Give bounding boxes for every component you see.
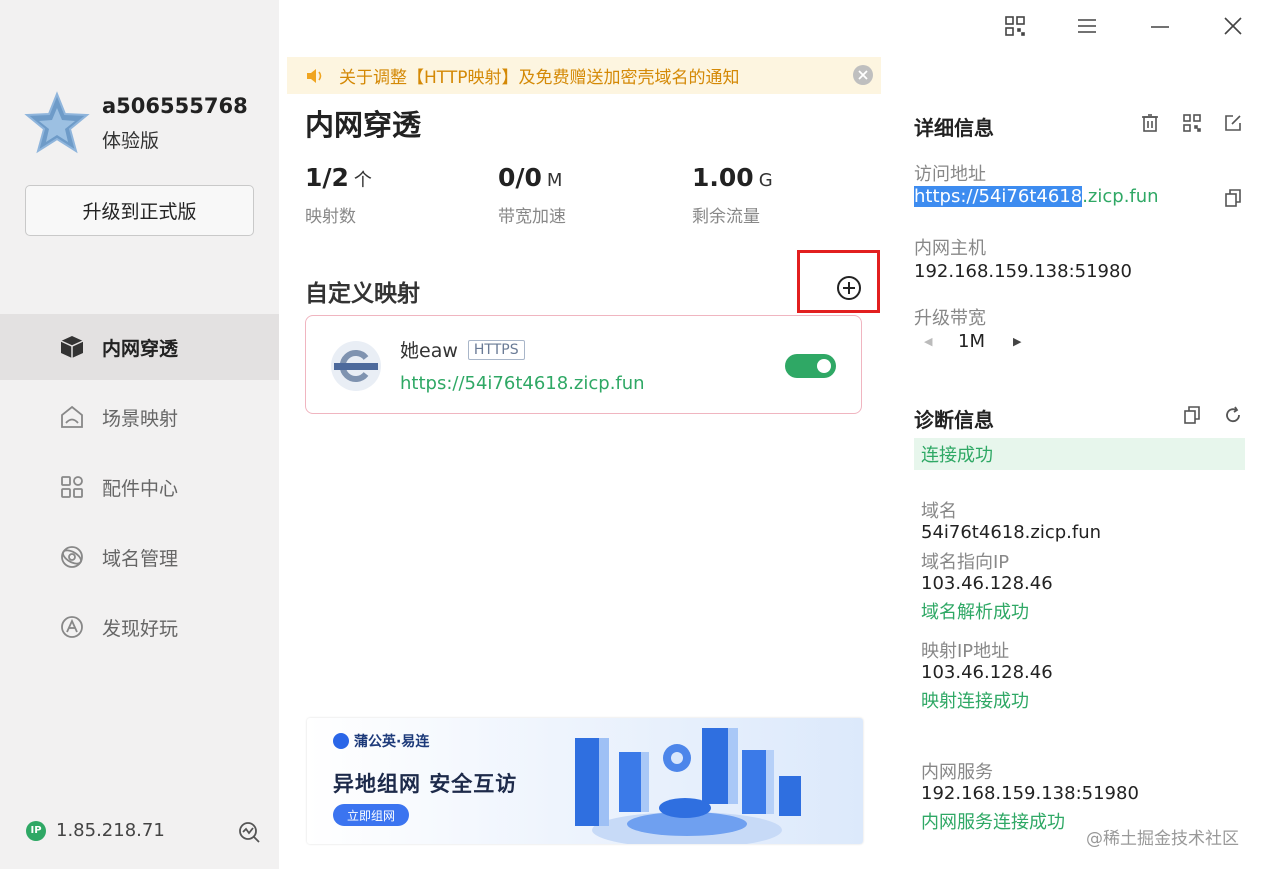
speaker-icon [305, 66, 325, 86]
stat-bandwidth: 0/0 M 带宽加速 [498, 163, 566, 227]
mapping-url[interactable]: https://54i76t4618.zicp.fun [400, 373, 645, 394]
stat-unit: 个 [353, 170, 372, 191]
sidebar-item-label: 发现好玩 [102, 617, 179, 640]
page-title: 内网穿透 [305, 108, 422, 142]
notice-text[interactable]: 关于调整【HTTP映射】及免费赠送加密壳域名的通知 [339, 63, 740, 88]
upgrade-button[interactable]: 升级到正式版 [25, 185, 254, 236]
domain-ip-value: 103.46.128.46 [921, 573, 1053, 594]
access-url-selected: https://54i76t4618 [914, 186, 1083, 207]
stat-label: 映射数 [305, 207, 356, 227]
map-ip-value: 103.46.128.46 [921, 662, 1053, 683]
menu-icon[interactable] [1073, 12, 1101, 40]
sidebar-item-intranet[interactable]: 内网穿透 [0, 314, 279, 380]
stat-mappings: 1/2 个 映射数 [305, 163, 372, 227]
ip-badge-icon: IP [26, 820, 46, 841]
mapping-toggle[interactable] [785, 354, 836, 378]
domain-value: 54i76t4618.zicp.fun [921, 522, 1102, 543]
ad-banner[interactable]: 蒲公英·易连 异地组网 安全互访 立即组网 [307, 718, 863, 844]
diagnosis-title: 诊断信息 [914, 408, 994, 432]
public-ip: 1.85.218.71 [56, 820, 165, 841]
watermark: @稀土掘金技术社区 [1086, 829, 1239, 849]
scene-icon [58, 403, 86, 431]
banner-slogan: 异地组网 安全互访 [333, 772, 518, 796]
star-avatar-icon[interactable] [24, 90, 90, 156]
stat-value: 1.00 [692, 163, 754, 192]
minimize-icon[interactable] [1146, 12, 1174, 40]
mapping-name-row: 她eaw HTTPS [400, 336, 525, 363]
bandwidth-label: 升级带宽 [914, 308, 986, 329]
stat-value: 0/0 [498, 163, 542, 192]
toggle-knob [817, 359, 831, 373]
access-url-rest: .zicp.fun [1082, 186, 1159, 207]
sidebar-nav: 内网穿透 场景映射 配件中心 域名管理 发现好玩 [0, 314, 279, 664]
grid-icon [58, 473, 86, 501]
sidebar: a506555768 体验版 升级到正式版 内网穿透 场景映射 配件中心 域名管… [0, 0, 279, 869]
stat-unit: M [546, 170, 563, 191]
host-label: 内网主机 [914, 238, 986, 259]
banner-join-button[interactable]: 立即组网 [333, 804, 409, 826]
banner-brand: 蒲公英·易连 [333, 731, 429, 751]
edit-icon[interactable] [1222, 112, 1244, 134]
domain-resolve-status: 域名解析成功 [921, 602, 1029, 623]
access-url-label: 访问地址 [914, 164, 986, 185]
cube-icon [58, 333, 86, 361]
domain-label: 域名 [921, 501, 957, 522]
sidebar-item-label: 内网穿透 [102, 337, 179, 360]
domain-ip-label: 域名指向IP [921, 552, 1010, 573]
sidebar-item-label: 域名管理 [102, 547, 179, 570]
sidebar-footer: IP 1.85.218.71 [26, 820, 261, 843]
service-label: 内网服务 [921, 762, 993, 783]
compass-icon [58, 613, 86, 641]
copy-icon[interactable] [1222, 187, 1244, 209]
banner-brand-text: 蒲公英·易连 [354, 734, 430, 750]
access-url[interactable]: https://54i76t4618.zicp.fun [914, 186, 1159, 207]
close-icon[interactable] [1219, 12, 1247, 40]
mapping-card[interactable]: 她eaw HTTPS https://54i76t4618.zicp.fun [305, 315, 862, 414]
bandwidth-increase-icon[interactable]: ▶ [1013, 335, 1021, 348]
add-mapping-icon[interactable] [836, 275, 862, 301]
stat-label: 剩余流量 [692, 207, 760, 227]
details-title: 详细信息 [914, 116, 994, 140]
stat-traffic: 1.00 G 剩余流量 [692, 163, 773, 227]
server-illustration-icon [575, 728, 801, 844]
trash-icon[interactable] [1139, 112, 1161, 134]
copy-diagnosis-icon[interactable] [1181, 404, 1203, 426]
stat-label: 带宽加速 [498, 207, 566, 227]
notice-close-icon[interactable] [853, 65, 873, 85]
map-connect-status: 映射连接成功 [921, 691, 1029, 712]
map-ip-label: 映射IP地址 [921, 641, 1010, 662]
notice-bar[interactable]: 关于调整【HTTP映射】及免费赠送加密壳域名的通知 [287, 57, 881, 94]
bandwidth-value: 1M [958, 331, 985, 352]
network-diagnose-icon[interactable] [237, 820, 261, 848]
protocol-badge: HTTPS [467, 339, 525, 360]
connection-status: 连接成功 [914, 438, 1245, 470]
plan-label: 体验版 [102, 130, 160, 152]
qrcode-icon[interactable] [1001, 12, 1029, 40]
refresh-icon[interactable] [1222, 404, 1244, 426]
mapping-name: 她eaw [400, 340, 458, 362]
sidebar-item-accessories[interactable]: 配件中心 [0, 454, 279, 520]
username: a506555768 [102, 94, 248, 118]
stat-unit: G [758, 170, 773, 191]
section-title: 自定义映射 [305, 281, 420, 307]
sidebar-item-domains[interactable]: 域名管理 [0, 524, 279, 590]
service-value: 192.168.159.138:51980 [921, 783, 1139, 804]
stat-value: 1/2 [305, 163, 349, 192]
host-value: 192.168.159.138:51980 [914, 261, 1132, 282]
sidebar-item-scene[interactable]: 场景映射 [0, 384, 279, 450]
bandwidth-decrease-icon[interactable]: ◀ [924, 335, 932, 348]
sidebar-item-label: 场景映射 [102, 407, 179, 430]
sidebar-item-discover[interactable]: 发现好玩 [0, 594, 279, 660]
sidebar-item-label: 配件中心 [102, 477, 179, 500]
globe-icon [58, 543, 86, 571]
http-logo-icon [331, 341, 381, 391]
qrcode-icon[interactable] [1181, 112, 1203, 134]
service-connect-status: 内网服务连接成功 [921, 812, 1065, 833]
brand-logo-icon [333, 733, 349, 749]
